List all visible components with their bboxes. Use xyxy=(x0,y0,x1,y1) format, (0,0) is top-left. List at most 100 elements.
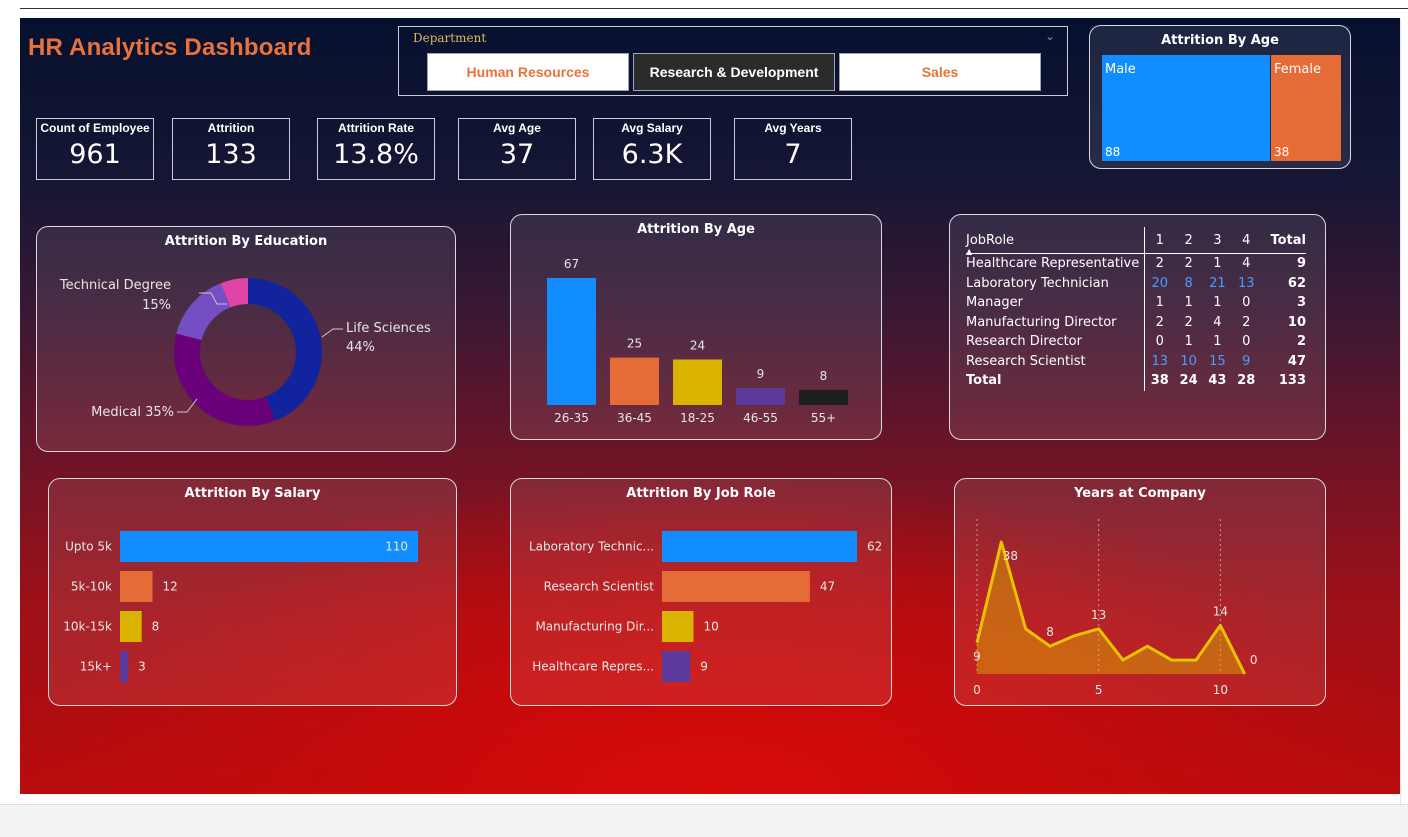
matrix-row-total: 47 xyxy=(1287,353,1306,369)
matrix-total-row: Total 38 24 43 28 133 xyxy=(966,371,1306,391)
matrix-row-role: Healthcare Representative xyxy=(966,253,1146,274)
matrix-cell: 2 xyxy=(1155,256,1164,272)
bar-category-label: Laboratory Technic... xyxy=(529,540,654,554)
matrix-row[interactable]: Research Scientist 13 10 15 9 47 xyxy=(966,351,1306,371)
matrix-row[interactable]: Manager 1 1 1 0 3 xyxy=(966,293,1306,313)
age-bar[interactable] xyxy=(736,387,785,405)
slicer-option-human-resources[interactable]: Human Resources xyxy=(427,53,629,91)
bar[interactable] xyxy=(120,651,129,682)
matrix-row[interactable]: Manufacturing Director 2 2 4 2 10 xyxy=(966,312,1306,332)
technical-label: Technical Degree xyxy=(59,278,171,293)
kpi-count-of-employee: Count of Employee 961 xyxy=(36,118,154,180)
donut-slice[interactable] xyxy=(176,283,231,341)
age-bar[interactable] xyxy=(673,359,722,405)
salary-bar-card: Attrition By Salary Upto 5k 110 5k-10k 12 10… xyxy=(48,478,457,706)
matrix-row[interactable]: Laboratory Technician 20 8 21 13 62 xyxy=(966,273,1306,293)
department-slicer[interactable]: Department ⌄ Human Resources Research & … xyxy=(398,26,1068,96)
matrix-cell: 2 xyxy=(1184,314,1193,330)
matrix-total-cell: 43 xyxy=(1208,373,1227,389)
jobrole-bar-card: Attrition By Job Role Laboratory Technic… xyxy=(510,478,892,706)
age-bar[interactable] xyxy=(610,357,659,405)
treemap-card: Attrition By Age Male 88 Female 38 xyxy=(1089,25,1351,169)
age-category-label: 36-45 xyxy=(617,411,652,425)
kpi-label: Avg Salary xyxy=(621,121,683,135)
matrix-cell: 15 xyxy=(1209,353,1226,369)
education-donut-svg: Technical Degree 15% Life Sciences 44% M… xyxy=(59,278,431,427)
slicer-option-sales[interactable]: Sales xyxy=(839,53,1041,91)
kpi-attrition: Attrition 133 xyxy=(172,118,290,180)
matrix-cell: 4 xyxy=(1213,314,1222,330)
matrix-row-role: Manager xyxy=(966,293,1146,313)
matrix-cell: 1 xyxy=(1184,334,1193,350)
point-label: 9 xyxy=(973,650,981,664)
kpi-avg-years: Avg Years 7 xyxy=(734,118,852,180)
jobrole-chart-svg: Laboratory Technic... 62 Research Scientis… xyxy=(529,531,882,682)
treemap-male-label: Male xyxy=(1105,62,1136,77)
matrix-row-total: 2 xyxy=(1296,334,1306,350)
matrix-row-total: 10 xyxy=(1287,314,1306,330)
bar-category-label: Research Scientist xyxy=(544,580,655,594)
treemap-female-tile[interactable]: Female 38 xyxy=(1271,55,1341,161)
bar[interactable] xyxy=(662,531,857,562)
matrix-total-label: Total xyxy=(966,371,1146,391)
bar-value-label: 47 xyxy=(820,580,835,594)
bar-category-label: Upto 5k xyxy=(65,540,112,554)
scrollbar-track[interactable] xyxy=(1400,18,1408,804)
treemap-female-label: Female xyxy=(1274,62,1322,77)
matrix-header-row: JobRole ▲ 1 2 3 4 Total xyxy=(966,227,1306,256)
kpi-value: 133 xyxy=(205,139,257,170)
matrix-row[interactable]: Healthcare Representative 2 2 1 4 9 xyxy=(966,253,1306,274)
matrix-row-total: 62 xyxy=(1287,275,1306,291)
matrix-header-total[interactable]: Total xyxy=(1260,227,1306,254)
point-label: 8 xyxy=(1046,625,1054,639)
sort-ascending-icon[interactable]: ▲ xyxy=(966,247,972,256)
kpi-avg-age: Avg Age 37 xyxy=(458,118,576,180)
treemap-female-value: 38 xyxy=(1274,145,1290,159)
matrix-header-jobrole[interactable]: JobRole ▲ xyxy=(966,227,1146,256)
bar[interactable] xyxy=(662,571,810,602)
years-area-card: Years at Company 9 38 8 13 14 0 0 5 10 xyxy=(954,478,1326,706)
age-category-label: 46-55 xyxy=(743,411,778,425)
bar-value-label: 12 xyxy=(163,580,178,594)
bar-value-label: 10 xyxy=(703,620,718,634)
matrix-header-col[interactable]: 1 xyxy=(1144,227,1175,254)
donut-slice[interactable] xyxy=(174,333,276,427)
matrix-row[interactable]: Research Director 0 1 1 0 2 xyxy=(966,332,1306,352)
matrix-cell: 9 xyxy=(1242,353,1251,369)
matrix-cell: 1 xyxy=(1155,295,1164,311)
point-label: 38 xyxy=(1003,549,1018,563)
life-pct: 44% xyxy=(346,340,375,355)
matrix-cell: 10 xyxy=(1180,353,1197,369)
age-bar[interactable] xyxy=(547,278,596,405)
bar[interactable] xyxy=(120,611,142,642)
matrix-row-role: Manufacturing Director xyxy=(966,312,1146,332)
matrix-header-col[interactable]: 3 xyxy=(1203,227,1232,254)
bar[interactable] xyxy=(662,611,694,642)
technical-pct: 15% xyxy=(142,298,171,313)
dashboard-title: HR Analytics Dashboard xyxy=(28,34,312,61)
matrix-row-role: Research Scientist xyxy=(966,351,1146,371)
treemap-male-tile[interactable]: Male 88 xyxy=(1102,55,1270,161)
kpi-value: 6.3K xyxy=(621,139,683,170)
dashboard-canvas: HR Analytics Dashboard Department ⌄ Huma… xyxy=(20,18,1400,794)
matrix-header-label: JobRole xyxy=(966,232,1015,248)
bar-category-label: Healthcare Repres... xyxy=(532,660,654,674)
bar[interactable] xyxy=(662,651,691,682)
bar-category-label: 5k-10k xyxy=(71,580,112,594)
matrix-header-col[interactable]: 4 xyxy=(1231,227,1261,254)
bar[interactable] xyxy=(120,531,418,562)
matrix-cell: 8 xyxy=(1184,275,1193,291)
age-bar[interactable] xyxy=(799,389,848,405)
matrix-header-col[interactable]: 2 xyxy=(1174,227,1203,254)
slicer-option-research-development[interactable]: Research & Development xyxy=(633,53,835,91)
education-donut-card: Attrition By Education Technical Degree … xyxy=(36,226,456,452)
bar[interactable] xyxy=(120,571,153,602)
age-category-label: 18-25 xyxy=(680,411,715,425)
kpi-value: 7 xyxy=(784,139,802,170)
bar-category-label: 15k+ xyxy=(80,660,112,674)
matrix-cell: 0 xyxy=(1242,334,1251,350)
bar-value-label: 3 xyxy=(138,660,146,674)
top-border xyxy=(20,8,1408,9)
x-tick-label: 0 xyxy=(973,683,981,697)
chevron-down-icon[interactable]: ⌄ xyxy=(1045,29,1055,43)
